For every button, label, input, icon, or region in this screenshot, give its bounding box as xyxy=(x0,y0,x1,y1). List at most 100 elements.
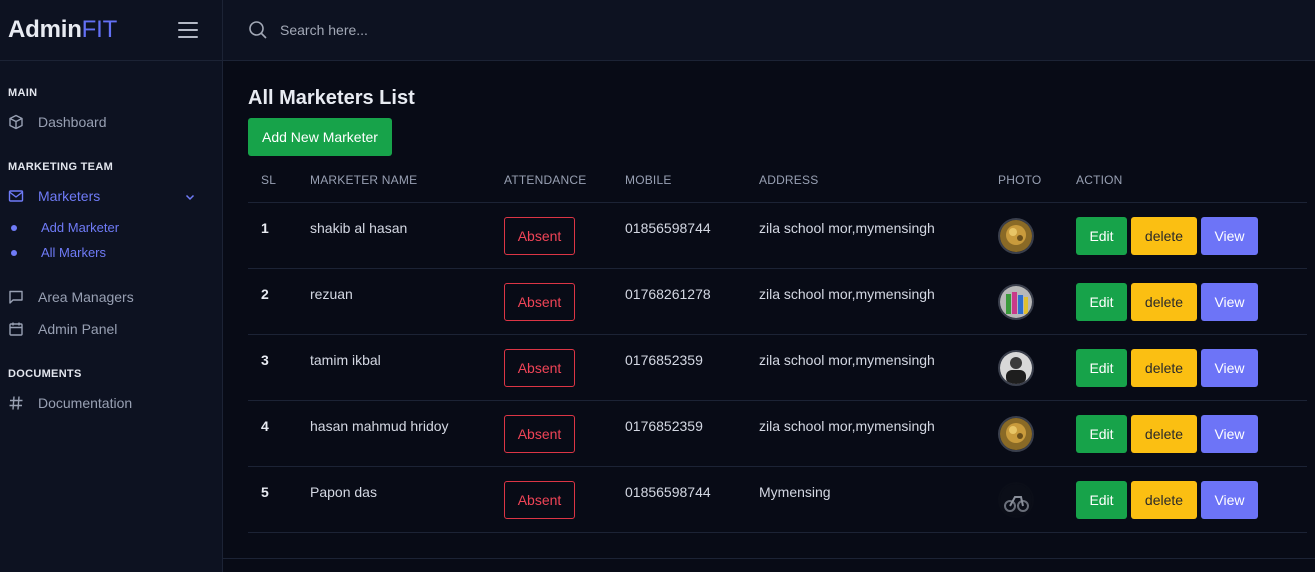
column-header-address: ADDRESS xyxy=(759,159,998,203)
cell-actions: Edit delete View xyxy=(1076,202,1307,269)
cell-address: zila school mor,mymensingh xyxy=(759,400,998,467)
delete-button[interactable]: delete xyxy=(1131,282,1197,321)
cell-address: Mymensing xyxy=(759,466,998,533)
cell-sl: 5 xyxy=(248,466,310,533)
table-header-row: SL MARKETER NAME ATTENDANCE MOBILE ADDRE… xyxy=(248,159,1307,203)
row-actions: Edit delete View xyxy=(1076,414,1307,453)
sidebar-nav: MAIN Dashboard MARKETING TEAM Marketers … xyxy=(0,61,222,419)
sidebar-item-label: Marketers xyxy=(38,188,101,204)
bullet-icon xyxy=(11,224,17,231)
marketers-table: SL MARKETER NAME ATTENDANCE MOBILE ADDRE… xyxy=(248,159,1307,533)
cell-photo xyxy=(998,334,1076,401)
view-button[interactable]: View xyxy=(1201,216,1258,255)
brand-logo-part2: FIT xyxy=(81,16,118,43)
sidebar-subitem-add-marketer[interactable]: Add Marketer xyxy=(0,215,222,240)
row-actions: Edit delete View xyxy=(1076,216,1307,255)
calendar-icon xyxy=(8,321,24,337)
cell-name: tamim ikbal xyxy=(310,334,504,401)
section-title-docs: DOCUMENTS xyxy=(8,368,82,380)
avatar xyxy=(998,481,1034,518)
delete-button[interactable]: delete xyxy=(1131,414,1197,453)
cell-name: rezuan xyxy=(310,268,504,335)
add-new-marketer-button[interactable]: Add New Marketer xyxy=(248,118,392,156)
attendance-absent-button[interactable]: Absent xyxy=(504,348,575,387)
view-button[interactable]: View xyxy=(1201,282,1258,321)
sidebar-item-documentation[interactable]: Documentation xyxy=(0,387,222,419)
cell-attendance: Absent xyxy=(504,202,625,269)
view-button[interactable]: View xyxy=(1201,480,1258,519)
cell-mobile: 01856598744 xyxy=(625,202,759,269)
sidebar-item-admin-panel[interactable]: Admin Panel xyxy=(0,313,222,345)
view-button[interactable]: View xyxy=(1201,414,1258,453)
cell-actions: Edit delete View xyxy=(1076,400,1307,467)
edit-button[interactable]: Edit xyxy=(1076,216,1127,255)
brand-logo-part1: Admin xyxy=(8,16,82,43)
sidebar-item-label: Admin Panel xyxy=(38,321,118,337)
page-title: All Marketers List xyxy=(248,87,415,109)
table-row: 5 Papon das Absent 01856598744 Mymensing xyxy=(248,466,1307,533)
cell-photo xyxy=(998,400,1076,467)
hash-icon xyxy=(8,395,24,411)
cell-address: zila school mor,mymensingh xyxy=(759,334,998,401)
cell-name: hasan mahmud hridoy xyxy=(310,400,504,467)
attendance-absent-button[interactable]: Absent xyxy=(504,216,575,255)
bullet-icon xyxy=(11,249,17,256)
section-title-main: MAIN xyxy=(8,87,38,99)
column-header-sl: SL xyxy=(248,159,310,203)
cube-icon xyxy=(8,114,24,130)
sidebar-subitem-all-markers[interactable]: All Markers xyxy=(0,240,222,265)
cell-photo xyxy=(998,268,1076,335)
attendance-absent-button[interactable]: Absent xyxy=(504,282,575,321)
search-icon[interactable] xyxy=(248,20,268,40)
table-row: 1 shakib al hasan Absent 01856598744 zil… xyxy=(248,202,1307,269)
topbar xyxy=(223,0,1315,61)
sidebar-subitem-label: All Markers xyxy=(41,245,107,260)
delete-button[interactable]: delete xyxy=(1131,348,1197,387)
cell-name: shakib al hasan xyxy=(310,202,504,269)
cell-attendance: Absent xyxy=(504,334,625,401)
avatar xyxy=(998,283,1034,320)
avatar xyxy=(998,349,1034,386)
sidebar-subitem-label: Add Marketer xyxy=(41,220,120,235)
sidebar-item-marketers[interactable]: Marketers xyxy=(0,180,222,212)
cell-actions: Edit delete View xyxy=(1076,334,1307,401)
avatar xyxy=(998,217,1034,254)
section-title-team: MARKETING TEAM xyxy=(8,161,114,173)
brand-logo[interactable]: AdminFIT xyxy=(8,16,117,44)
delete-button[interactable]: delete xyxy=(1131,216,1197,255)
cell-attendance: Absent xyxy=(504,268,625,335)
cell-sl: 2 xyxy=(248,268,310,335)
edit-button[interactable]: Edit xyxy=(1076,348,1127,387)
edit-button[interactable]: Edit xyxy=(1076,414,1127,453)
cell-name: Papon das xyxy=(310,466,504,533)
cell-photo xyxy=(998,202,1076,269)
search-input[interactable] xyxy=(280,22,680,38)
cell-attendance: Absent xyxy=(504,466,625,533)
cell-photo xyxy=(998,466,1076,533)
table-row: 3 tamim ikbal Absent 0176852359 zila sch… xyxy=(248,334,1307,401)
table-row: 4 hasan mahmud hridoy Absent 0176852359 … xyxy=(248,400,1307,467)
row-actions: Edit delete View xyxy=(1076,348,1307,387)
attendance-absent-button[interactable]: Absent xyxy=(504,480,575,519)
cell-mobile: 0176852359 xyxy=(625,334,759,401)
column-header-name: MARKETER NAME xyxy=(310,159,504,203)
cell-mobile: 0176852359 xyxy=(625,400,759,467)
menu-toggle-icon[interactable] xyxy=(178,22,198,38)
edit-button[interactable]: Edit xyxy=(1076,282,1127,321)
sidebar-item-area-managers[interactable]: Area Managers xyxy=(0,281,222,313)
footer-divider xyxy=(223,558,1315,559)
chevron-down-icon[interactable] xyxy=(184,190,196,202)
cell-sl: 4 xyxy=(248,400,310,467)
sidebar-item-dashboard[interactable]: Dashboard xyxy=(0,106,222,138)
cell-actions: Edit delete View xyxy=(1076,268,1307,335)
cell-address: zila school mor,mymensingh xyxy=(759,202,998,269)
cell-sl: 1 xyxy=(248,202,310,269)
delete-button[interactable]: delete xyxy=(1131,480,1197,519)
mail-icon xyxy=(8,188,24,204)
cell-sl: 3 xyxy=(248,334,310,401)
view-button[interactable]: View xyxy=(1201,348,1258,387)
sidebar: AdminFIT MAIN Dashboard MARKETING TEAM M… xyxy=(0,0,223,572)
attendance-absent-button[interactable]: Absent xyxy=(504,414,575,453)
edit-button[interactable]: Edit xyxy=(1076,480,1127,519)
cell-address: zila school mor,mymensingh xyxy=(759,268,998,335)
